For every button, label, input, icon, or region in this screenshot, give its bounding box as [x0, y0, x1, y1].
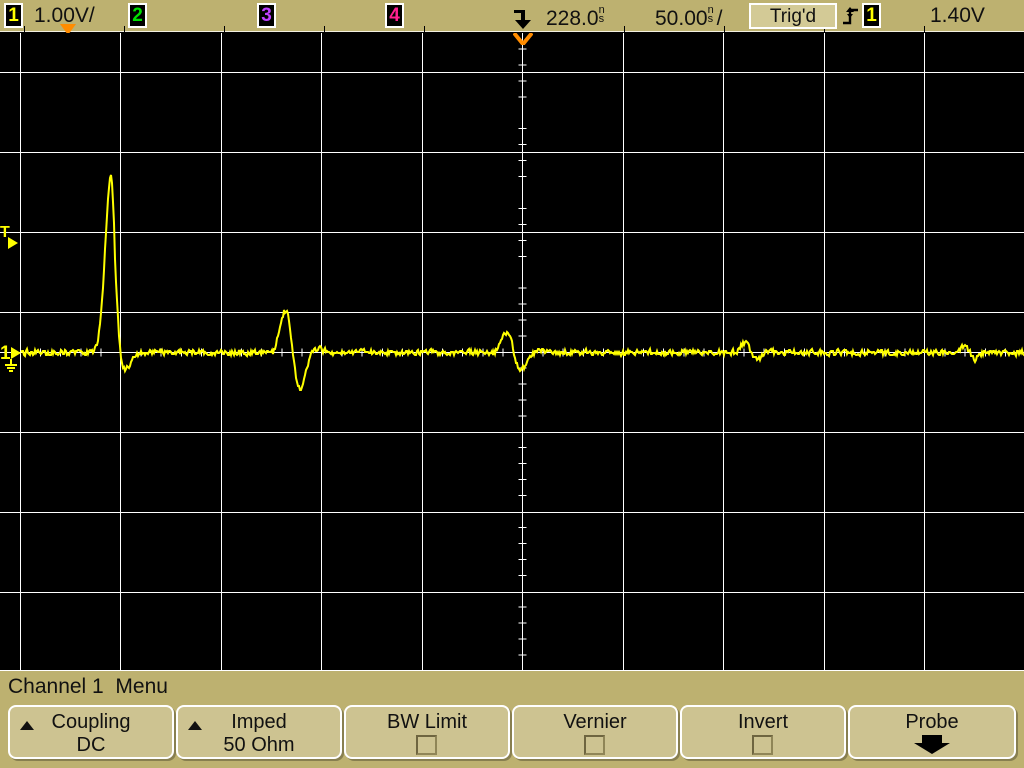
softkey-impedance-label: Imped — [231, 711, 287, 733]
softkey-invert[interactable]: Invert — [680, 705, 846, 759]
vernier-checkbox[interactable] — [584, 735, 605, 755]
bw-limit-checkbox[interactable] — [416, 735, 437, 755]
bar-separator — [324, 26, 325, 32]
softkey-probe-label: Probe — [905, 711, 959, 733]
trigger-status-badge[interactable]: Trig'd — [749, 3, 837, 29]
bar-separator — [624, 26, 625, 32]
delay-unit-icon: ns — [598, 4, 605, 25]
channel-2-badge[interactable]: 2 — [128, 3, 147, 28]
trigger-position-marker[interactable] — [513, 33, 533, 45]
trigger-level-value[interactable]: 1.40V — [930, 4, 985, 28]
ground-marker-label: 1 — [0, 343, 11, 364]
softkey-impedance-value: 50 Ohm — [223, 734, 295, 756]
channel-1-badge[interactable]: 1 — [4, 3, 23, 28]
softkey-impedance[interactable]: Imped 50 Ohm — [176, 705, 342, 759]
bar-separator — [224, 26, 225, 32]
channel-1-ground-marker[interactable]: 1 — [0, 338, 24, 372]
timebase-unit-icon: ns — [707, 4, 714, 25]
channel-4-badge[interactable]: 4 — [385, 3, 404, 28]
softkey-bw-limit[interactable]: BW Limit — [344, 705, 510, 759]
bar-separator — [424, 26, 425, 32]
softkey-vernier[interactable]: Vernier — [512, 705, 678, 759]
bottom-menu-bar: Channel 1 Menu Coupling DC Imped 50 Ohm … — [0, 671, 1024, 768]
channel-3-badge[interactable]: 3 — [257, 3, 276, 28]
timebase-suffix: / — [716, 7, 723, 30]
softkey-coupling-label: Coupling — [51, 711, 131, 733]
softkey-invert-label: Invert — [737, 711, 789, 733]
bar-separator — [124, 26, 125, 32]
bar-separator — [724, 26, 725, 32]
horizontal-delay[interactable]: 228.0 n s — [546, 4, 608, 31]
menu-title: Channel 1 Menu — [8, 675, 168, 698]
trigger-position-arrow-icon[interactable] — [512, 8, 536, 30]
waveform-graticule: T 1 — [0, 33, 1024, 671]
softkey-vernier-label: Vernier — [563, 711, 627, 733]
top-status-bar: 1 1.00V/ 2 3 4 228.0 n s 50.00 n s / Trig'd — [0, 0, 1024, 35]
rising-edge-icon[interactable] — [843, 6, 859, 27]
bar-separator — [924, 26, 925, 32]
softkey-coupling-value: DC — [76, 734, 106, 756]
softkey-coupling[interactable]: Coupling DC — [8, 705, 174, 759]
timebase-scale[interactable]: 50.00 n s / — [655, 4, 722, 31]
trigger-source-badge[interactable]: 1 — [862, 3, 881, 28]
invert-checkbox[interactable] — [752, 735, 773, 755]
bar-separator — [24, 26, 25, 32]
horizontal-delay-value: 228.0 — [546, 7, 599, 30]
softkey-probe[interactable]: Probe — [848, 705, 1016, 759]
channel-1-waveform — [20, 174, 1024, 391]
oscilloscope-screen: 1 1.00V/ 2 3 4 228.0 n s 50.00 n s / Trig'd — [0, 0, 1024, 768]
trigger-level-marker[interactable]: T — [0, 223, 22, 253]
down-arrow-icon — [914, 735, 950, 754]
timebase-value: 50.00 — [655, 7, 708, 30]
softkey-bw-limit-label: BW Limit — [387, 711, 467, 733]
